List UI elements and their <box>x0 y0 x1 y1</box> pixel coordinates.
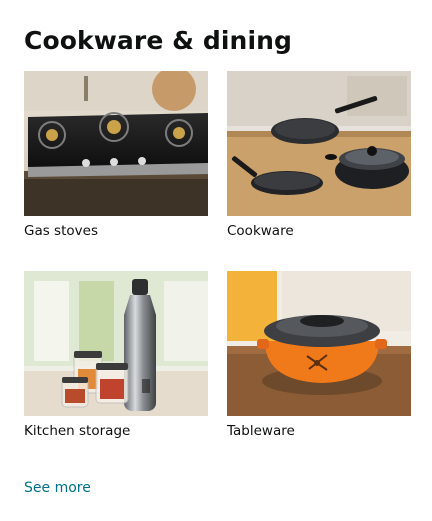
cookware-image[interactable] <box>227 71 411 216</box>
tile-label[interactable]: Kitchen storage <box>24 422 208 440</box>
tile-label[interactable]: Gas stoves <box>24 222 208 240</box>
tile-gas-stoves[interactable]: Gas stoves <box>24 71 208 240</box>
tile-cookware[interactable]: Cookware <box>227 71 411 240</box>
see-more-link[interactable]: See more <box>24 479 91 497</box>
card-title: Cookware & dining <box>24 26 293 55</box>
tile-label[interactable]: Cookware <box>227 222 411 240</box>
cookware-dining-card: Cookware & dining Gas stoves Cookware Ki… <box>0 0 432 521</box>
gas-stove-image[interactable] <box>24 71 208 216</box>
tile-tableware[interactable]: Tableware <box>227 271 411 440</box>
kitchen-storage-image[interactable] <box>24 271 208 416</box>
tableware-image[interactable] <box>227 271 411 416</box>
tile-label[interactable]: Tableware <box>227 422 411 440</box>
tile-kitchen-storage[interactable]: Kitchen storage <box>24 271 208 440</box>
